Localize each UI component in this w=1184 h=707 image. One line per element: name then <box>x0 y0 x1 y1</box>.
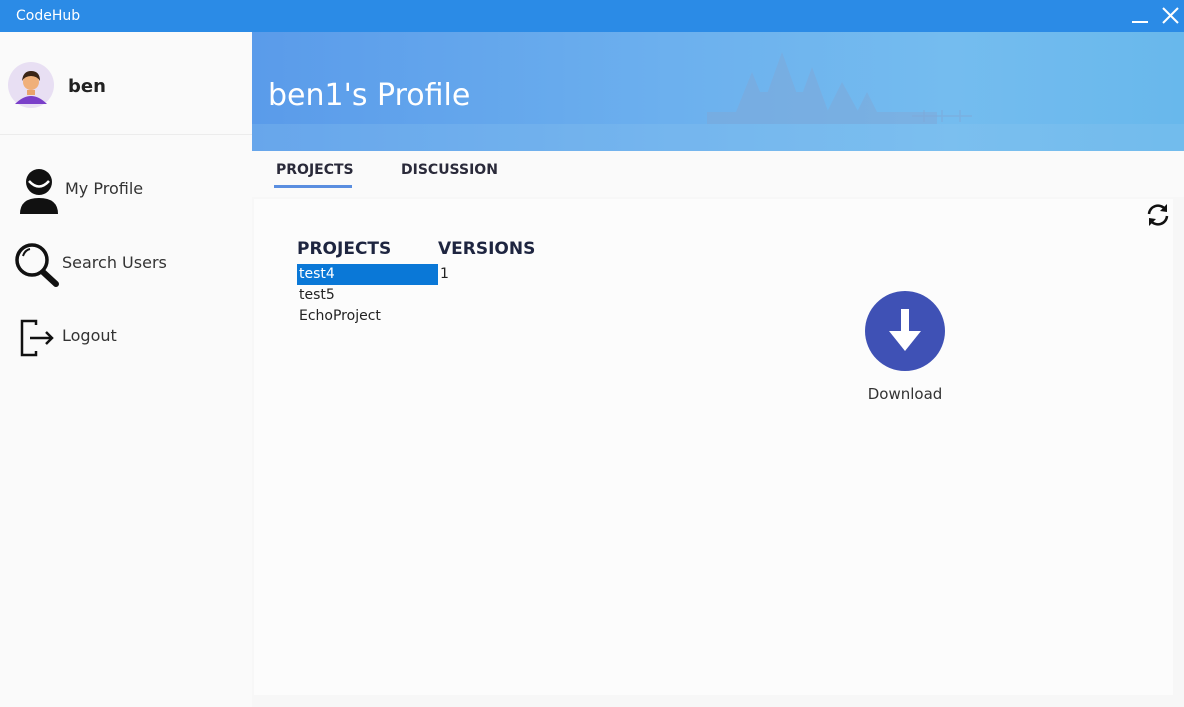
user-box: ben <box>0 32 252 135</box>
list-item[interactable]: test5 <box>297 285 438 306</box>
sidebar: ben My Profile Search Users Logout <box>0 32 252 707</box>
projects-panel: PROJECTS VERSIONS test4 test5 EchoProjec… <box>254 199 1173 695</box>
username: ben <box>68 76 106 97</box>
versions-list: 1 <box>438 264 498 285</box>
search-icon <box>15 243 59 287</box>
page-title: ben1's Profile <box>268 78 471 113</box>
active-tab-indicator <box>274 185 352 188</box>
download-label: Download <box>867 385 943 403</box>
logout-icon <box>20 319 54 357</box>
sidebar-item-my-profile[interactable]: My Profile <box>12 162 242 216</box>
sidebar-item-logout[interactable]: Logout <box>12 309 242 363</box>
projects-list: test4 test5 EchoProject <box>297 264 438 327</box>
avatar <box>8 62 54 108</box>
profile-banner: ben1's Profile <box>252 32 1184 151</box>
sidebar-item-label: My Profile <box>65 179 144 198</box>
minimize-button[interactable] <box>1128 4 1152 28</box>
download-button[interactable] <box>865 291 945 371</box>
sidebar-item-search-users[interactable]: Search Users <box>12 236 242 290</box>
list-item[interactable]: EchoProject <box>297 306 438 327</box>
minimize-icon <box>1132 21 1148 23</box>
versions-column-header: VERSIONS <box>438 239 536 259</box>
sidebar-item-label: Logout <box>62 326 117 345</box>
list-item[interactable]: test4 <box>297 264 438 285</box>
tab-discussion[interactable]: DISCUSSION <box>401 162 498 178</box>
tab-projects[interactable]: PROJECTS <box>276 162 354 178</box>
projects-column-header: PROJECTS <box>297 239 392 259</box>
refresh-icon <box>1147 204 1169 226</box>
title-bar: CodeHub <box>0 0 1184 32</box>
tab-bar: PROJECTS DISCUSSION <box>252 151 1184 197</box>
close-icon <box>1162 7 1179 24</box>
refresh-button[interactable] <box>1144 201 1172 229</box>
download-arrow-icon <box>889 309 921 351</box>
sidebar-item-label: Search Users <box>62 253 167 272</box>
list-item[interactable]: 1 <box>438 264 498 285</box>
user-icon <box>20 169 58 214</box>
close-button[interactable] <box>1158 4 1182 28</box>
window-title: CodeHub <box>16 8 81 24</box>
